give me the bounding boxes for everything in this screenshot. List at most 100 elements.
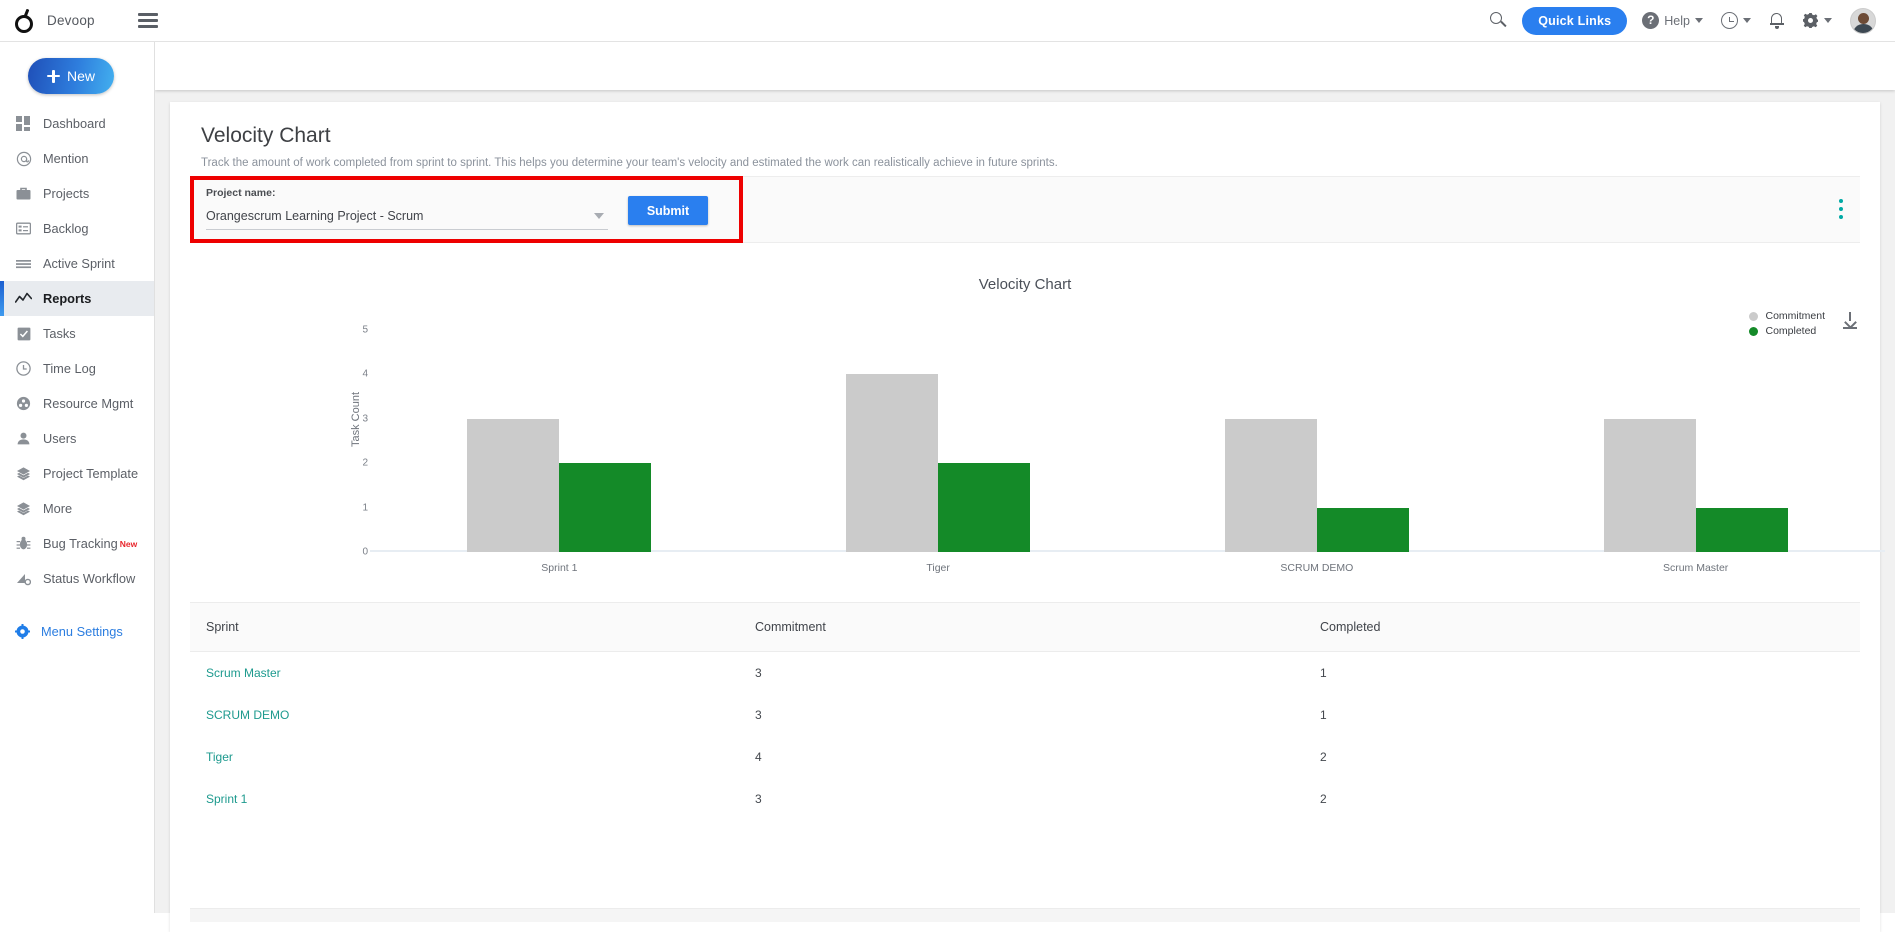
- legend-label: Commitment: [1765, 310, 1825, 322]
- profile-menu[interactable]: [1841, 0, 1885, 42]
- chevron-down-icon: [1695, 18, 1703, 23]
- more-vertical-icon[interactable]: [1839, 199, 1844, 223]
- y-axis-tick: 4: [362, 368, 368, 380]
- cell-commitment: 3: [755, 666, 762, 680]
- cell-completed: 2: [1320, 750, 1327, 764]
- bar-commitment[interactable]: [1224, 418, 1317, 552]
- sidebar-item-status-workflow[interactable]: Status Workflow: [0, 561, 154, 596]
- bar-group: [749, 330, 1128, 552]
- sidebar-item-label: Bug Tracking: [43, 536, 118, 551]
- quick-links-button[interactable]: Quick Links: [1522, 6, 1628, 35]
- devoop-logo-icon: [12, 8, 38, 34]
- at-sign-icon: [15, 150, 32, 167]
- dashboard-grid-icon: [15, 115, 32, 132]
- sidebar-item-label: More: [43, 501, 73, 516]
- chevron-down-icon: [1743, 18, 1751, 23]
- column-header-commitment: Commitment: [755, 620, 826, 634]
- sidebar-item-more[interactable]: More: [0, 491, 154, 526]
- badge-new: New: [119, 538, 138, 549]
- page-body: Velocity Chart Track the amount of work …: [155, 42, 1895, 932]
- x-axis-tick: Tiger: [926, 562, 950, 574]
- help-menu[interactable]: ? Help: [1633, 0, 1712, 42]
- table-row: Scrum Master 3 1: [190, 652, 1860, 694]
- table-footer-bar: [190, 908, 1860, 922]
- lines-icon: [15, 255, 32, 272]
- column-header-completed: Completed: [1320, 620, 1381, 634]
- layers-icon: [15, 500, 32, 517]
- bar-completed[interactable]: [559, 463, 652, 552]
- sprint-link[interactable]: SCRUM DEMO: [206, 708, 289, 722]
- sidebar-item-backlog[interactable]: Backlog: [0, 211, 154, 246]
- cell-completed: 2: [1320, 792, 1327, 806]
- x-axis-tick: Scrum Master: [1662, 562, 1729, 574]
- sidebar-item-label: Project Template: [43, 466, 139, 481]
- menu-settings-label: Menu Settings: [41, 624, 123, 639]
- clock-icon: [15, 360, 32, 377]
- column-header-sprint: Sprint: [206, 620, 239, 634]
- plus-icon: [46, 69, 60, 83]
- sidebar-item-time-log[interactable]: Time Log: [0, 351, 154, 386]
- velocity-chart-card: Velocity Chart Track the amount of work …: [170, 102, 1885, 932]
- sidebar-item-dashboard[interactable]: Dashboard: [0, 106, 154, 141]
- bar-completed[interactable]: [1316, 507, 1409, 552]
- new-button[interactable]: New: [28, 58, 114, 94]
- trend-line-icon: [15, 290, 32, 307]
- sidebar-item-tasks[interactable]: Tasks: [0, 316, 154, 351]
- x-axis-tick: SCRUM DEMO: [1280, 562, 1354, 574]
- bar-group: [1128, 330, 1507, 552]
- download-icon[interactable]: [1842, 312, 1858, 329]
- settings-menu[interactable]: [1793, 0, 1841, 42]
- chevron-down-icon: [1824, 18, 1832, 23]
- avatar: [1850, 7, 1876, 34]
- sidebar-item-projects[interactable]: Projects: [0, 176, 154, 211]
- bar-commitment[interactable]: [467, 418, 560, 552]
- bar-commitment[interactable]: [1603, 418, 1696, 552]
- backlog-list-icon: [15, 220, 32, 237]
- top-navigation-bar: Devoop Quick Links ? Help: [0, 0, 1895, 42]
- sprint-link[interactable]: Tiger: [206, 750, 233, 764]
- layers-icon: [15, 465, 32, 482]
- sidebar-item-active-sprint[interactable]: Active Sprint: [0, 246, 154, 281]
- cell-commitment: 4: [755, 750, 762, 764]
- y-axis-tick: 2: [362, 457, 368, 469]
- briefcase-icon: [15, 185, 32, 202]
- sidebar-item-bug-tracking[interactable]: Bug Tracking New: [0, 526, 154, 561]
- table-body: Scrum Master 3 1 SCRUM DEMO 3 1 Tiger 4 2 Sprint …: [190, 652, 1860, 820]
- chart-plot-area: 0 1 2 3 4 5 Sprint 1 Tiger SCRUM DEMO Scrum Maste…: [362, 325, 1885, 574]
- gear-icon: [15, 624, 30, 639]
- brand[interactable]: Devoop: [0, 8, 114, 34]
- person-icon: [15, 430, 32, 447]
- bar-commitment[interactable]: [846, 374, 939, 552]
- sidebar-item-resource-mgmt[interactable]: Resource Mgmt: [0, 386, 154, 421]
- new-button-wrapper: New: [0, 42, 154, 106]
- sidebar-item-mention[interactable]: Mention: [0, 141, 154, 176]
- search-button[interactable]: [1481, 0, 1516, 42]
- velocity-chart: Velocity Chart Commitment Completed Task…: [170, 252, 1885, 582]
- sidebar-item-label: Resource Mgmt: [43, 396, 134, 411]
- legend-swatch: [1749, 311, 1759, 321]
- sprint-link[interactable]: Scrum Master: [206, 666, 281, 680]
- sidebar-item-label: Reports: [43, 291, 92, 306]
- sidebar-item-label: Tasks: [43, 326, 76, 341]
- legend-item-commitment[interactable]: Commitment: [1749, 310, 1825, 322]
- y-axis-tick: 0: [362, 546, 368, 558]
- sidebar-item-reports[interactable]: Reports: [0, 281, 154, 316]
- timer-menu[interactable]: [1712, 0, 1760, 42]
- sidebar-item-label: Active Sprint: [43, 256, 115, 271]
- clipboard-check-icon: [15, 325, 32, 342]
- sidebar-item-label: Status Workflow: [43, 571, 136, 586]
- bug-icon: [15, 535, 32, 552]
- hamburger-menu-icon[interactable]: [138, 13, 158, 28]
- sidebar-item-project-template[interactable]: Project Template: [0, 456, 154, 491]
- notifications-button[interactable]: [1760, 0, 1793, 42]
- bar-completed[interactable]: [1695, 507, 1788, 552]
- brand-name: Devoop: [47, 13, 95, 28]
- table-header-row: Sprint Commitment Completed: [190, 602, 1860, 652]
- sidebar-item-users[interactable]: Users: [0, 421, 154, 456]
- table-row: SCRUM DEMO 3 1: [190, 694, 1860, 736]
- sidebar-item-menu-settings[interactable]: Menu Settings: [0, 614, 154, 649]
- sprint-link[interactable]: Sprint 1: [206, 792, 247, 806]
- resource-people-icon: [15, 395, 32, 412]
- chart-title: Velocity Chart: [978, 276, 1072, 293]
- bar-completed[interactable]: [938, 463, 1031, 552]
